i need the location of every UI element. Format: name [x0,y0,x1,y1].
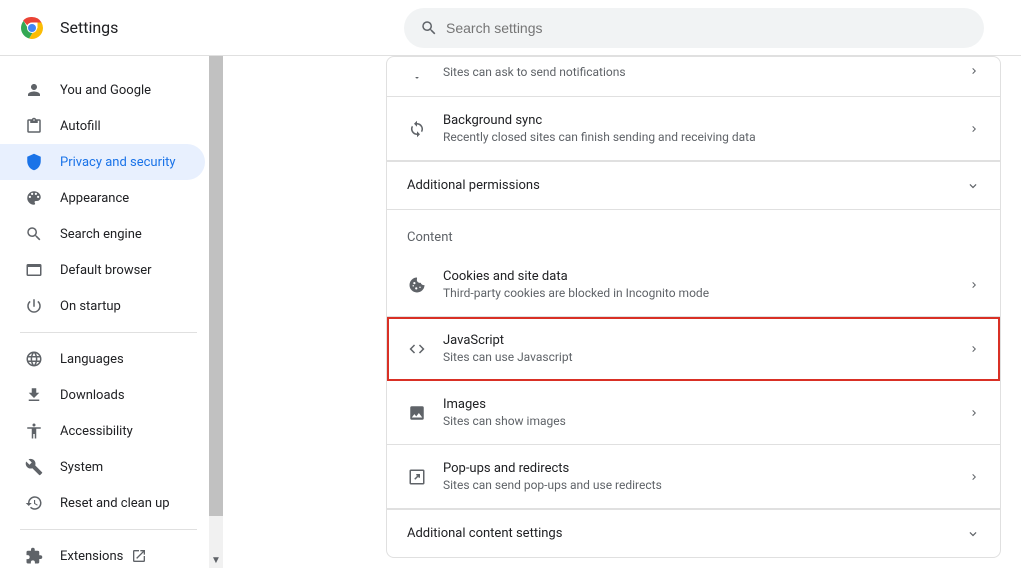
header: Settings [0,0,1021,56]
chevron-right-icon [968,471,980,483]
row-title: Background sync [443,113,968,128]
chevron-right-icon [968,279,980,291]
image-icon [407,404,427,422]
chevron-down-icon [966,179,980,193]
search-icon [420,19,438,37]
search-box[interactable] [404,8,984,48]
sidebar-item-extensions[interactable]: Extensions [0,538,205,574]
sidebar-item-label: Search engine [60,227,142,242]
row-images[interactable]: Images Sites can show images [387,381,1000,445]
cookie-icon [407,276,427,294]
row-cookies[interactable]: Cookies and site data Third-party cookie… [387,253,1000,317]
palette-icon [24,189,44,207]
sidebar-item-reset[interactable]: Reset and clean up [0,485,205,521]
row-label: Additional content settings [407,526,562,541]
accessibility-icon [24,422,44,440]
download-icon [24,386,44,404]
sidebar-item-appearance[interactable]: Appearance [0,180,205,216]
search-icon [24,225,44,243]
sidebar-item-label: You and Google [60,83,151,98]
wrench-icon [24,458,44,476]
bell-icon [407,62,427,80]
sidebar-item-label: Downloads [60,388,125,403]
sidebar-item-label: On startup [60,299,121,314]
sidebar-item-label: Autofill [60,119,101,134]
row-subtitle: Sites can show images [443,414,968,428]
sidebar-item-label: System [60,460,103,475]
row-subtitle: Third-party cookies are blocked in Incog… [443,286,968,300]
sidebar-item-on-startup[interactable]: On startup [0,288,205,324]
external-link-icon [131,548,147,564]
sync-icon [407,120,427,138]
row-subtitle: Sites can send pop-ups and use redirects [443,478,968,492]
sidebar-item-label: Accessibility [60,424,133,439]
sidebar-item-label: Extensions [60,549,123,564]
sidebar-item-search-engine[interactable]: Search engine [0,216,205,252]
power-icon [24,297,44,315]
browser-icon [24,261,44,279]
row-javascript[interactable]: JavaScript Sites can use Javascript [387,317,1000,381]
row-label: Additional permissions [407,178,540,193]
sidebar-item-you-and-google[interactable]: You and Google [0,72,205,108]
row-additional-permissions[interactable]: Additional permissions [387,161,1000,209]
row-title: Pop-ups and redirects [443,461,968,476]
sidebar-item-languages[interactable]: Languages [0,341,205,377]
extension-icon [24,547,44,565]
search-input[interactable] [446,20,968,36]
sidebar-item-label: Languages [60,352,124,367]
chevron-right-icon [968,343,980,355]
row-subtitle: Recently closed sites can finish sending… [443,130,968,144]
scrollbar[interactable]: ▼ [209,56,223,568]
sidebar-item-default-browser[interactable]: Default browser [0,252,205,288]
sidebar-item-accessibility[interactable]: Accessibility [0,413,205,449]
sidebar-item-label: Privacy and security [60,155,176,170]
person-icon [24,81,44,99]
chevron-down-icon [966,527,980,541]
scrollbar-thumb[interactable] [209,56,223,516]
divider [20,529,197,530]
scroll-down-icon[interactable]: ▼ [211,555,221,566]
chevron-right-icon [968,123,980,135]
row-subtitle: Sites can ask to send notifications [443,65,968,79]
code-icon [407,340,427,358]
sidebar-item-label: Default browser [60,263,152,278]
row-notifications[interactable]: Sites can ask to send notifications [387,57,1000,97]
row-title: Cookies and site data [443,269,968,284]
globe-icon [24,350,44,368]
sidebar-item-downloads[interactable]: Downloads [0,377,205,413]
content-area: Sites can ask to send notifications Back… [226,56,1021,568]
row-subtitle: Sites can use Javascript [443,350,630,364]
shield-icon [24,153,44,171]
row-title: JavaScript [443,333,630,348]
sidebar-item-label: Appearance [60,191,129,206]
content-heading: Content [387,209,1000,253]
row-additional-content[interactable]: Additional content settings [387,509,1000,557]
page-title: Settings [60,18,118,37]
row-title: Images [443,397,968,412]
sidebar-item-privacy-security[interactable]: Privacy and security [0,144,205,180]
sidebar-item-system[interactable]: System [0,449,205,485]
chevron-right-icon [968,407,980,419]
divider [20,332,197,333]
restore-icon [24,494,44,512]
chevron-right-icon [968,65,980,77]
sidebar-item-label: Reset and clean up [60,496,170,511]
row-popups[interactable]: Pop-ups and redirects Sites can send pop… [387,445,1000,509]
sidebar: You and Google Autofill Privacy and secu… [0,56,226,568]
permissions-card: Sites can ask to send notifications Back… [386,56,1001,558]
sidebar-item-autofill[interactable]: Autofill [0,108,205,144]
popup-icon [407,468,427,486]
clipboard-icon [24,117,44,135]
row-background-sync[interactable]: Background sync Recently closed sites ca… [387,97,1000,161]
chrome-icon [20,16,44,40]
